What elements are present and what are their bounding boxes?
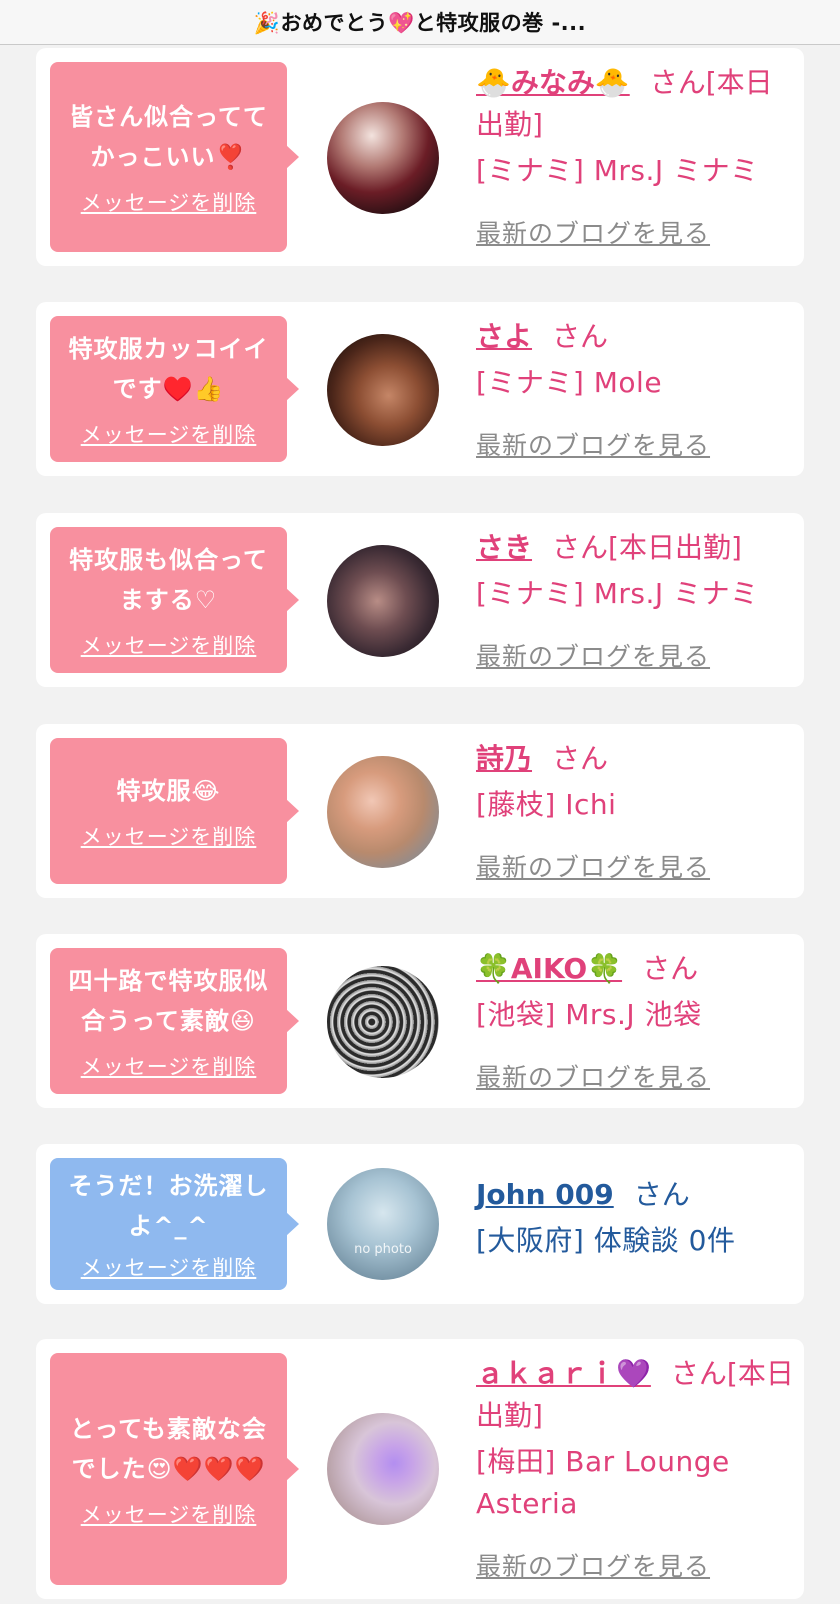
user-info: 🐣みなみ🐣 さん[本日出勤] [ミナミ] Mrs.J ミナミ 最新のブログを見る — [476, 62, 796, 250]
message-card: とっても素敵な会 でした😍❤️❤️❤️ メッセージを削除 ａｋａｒｉ💜 さん[本日… — [36, 1339, 804, 1599]
message-card: 特攻服も似合って まする♡ メッセージを削除 さき さん[本日出勤] [ミナミ] … — [36, 513, 804, 687]
user-info: John 009 さん [大阪府] 体験談 0件 — [476, 1174, 796, 1262]
delete-message-link[interactable]: メッセージを削除 — [81, 187, 257, 217]
user-line: 🍀AIKO🍀 さん — [476, 948, 796, 990]
username-link[interactable]: John 009 — [476, 1178, 614, 1211]
shop-label: [大阪府] 体験談 0件 — [476, 1224, 736, 1257]
user-info: 🍀AIKO🍀 さん [池袋] Mrs.J 池袋 最新のブログを見る — [476, 948, 796, 1094]
avatar[interactable]: no photo — [327, 1168, 439, 1280]
shop-label: [藤枝] Ichi — [476, 788, 617, 821]
username-link[interactable]: さよ — [476, 320, 532, 353]
san-label: さん — [670, 1357, 727, 1390]
username-link[interactable]: ａｋａｒｉ💜 — [476, 1357, 651, 1390]
delete-message-link[interactable]: メッセージを削除 — [81, 630, 257, 660]
username-link[interactable]: 🐣みなみ🐣 — [476, 66, 630, 99]
top-bar: 🎉おめでとう💖と特攻服の巻 -... — [0, 0, 840, 45]
message-card: 皆さん似合ってて かっこいい❣️ メッセージを削除 🐣みなみ🐣 さん[本日出勤] … — [36, 48, 804, 266]
avatar[interactable] — [327, 756, 439, 868]
latest-blog-link[interactable]: 最新のブログを見る — [476, 426, 796, 462]
latest-blog-link[interactable]: 最新のブログを見る — [476, 637, 796, 673]
delete-message-link[interactable]: メッセージを削除 — [81, 1252, 257, 1282]
shop-label: [ミナミ] Mole — [476, 366, 663, 399]
san-label: さん — [633, 1178, 690, 1211]
user-line: John 009 さん — [476, 1174, 796, 1216]
message-text: 特攻服も似合って まする♡ — [69, 546, 268, 614]
message-card: 四十路で特攻服似 合うって素敵😆 メッセージを削除 🍀AIKO🍀 さん [池袋] … — [36, 934, 804, 1108]
avatar[interactable] — [327, 966, 439, 1078]
san-label: さん — [552, 320, 609, 353]
shop-label: [ミナミ] Mrs.J ミナミ — [476, 154, 759, 187]
message-bubble: そうだ！お洗濯し よ^_^ メッセージを削除 — [50, 1158, 299, 1290]
user-info: さき さん[本日出勤] [ミナミ] Mrs.J ミナミ 最新のブログを見る — [476, 527, 796, 673]
delete-message-link[interactable]: メッセージを削除 — [81, 1051, 257, 1081]
delete-message-link[interactable]: メッセージを削除 — [81, 1499, 257, 1529]
message-text: 皆さん似合ってて かっこいい❣️ — [69, 103, 268, 171]
user-line: 詩乃 さん — [476, 738, 796, 780]
message-text: 特攻服😂 — [116, 777, 221, 805]
shop-label: [梅田] Bar Lounge Asteria — [476, 1445, 730, 1520]
message-bubble: 特攻服😂 メッセージを削除 — [50, 738, 299, 884]
san-label: さん — [642, 952, 699, 985]
latest-blog-link[interactable]: 最新のブログを見る — [476, 848, 796, 884]
shop-label: [ミナミ] Mrs.J ミナミ — [476, 577, 759, 610]
latest-blog-link[interactable]: 最新のブログを見る — [476, 1547, 796, 1583]
message-bubble: 皆さん似合ってて かっこいい❣️ メッセージを削除 — [50, 62, 299, 252]
avatar[interactable] — [327, 334, 439, 446]
user-line: ａｋａｒｉ💜 さん[本日出勤] — [476, 1353, 796, 1437]
user-info: ａｋａｒｉ💜 さん[本日出勤] [梅田] Bar Lounge Asteria 最… — [476, 1353, 796, 1583]
user-info: さよ さん [ミナミ] Mole 最新のブログを見る — [476, 316, 796, 462]
message-card: そうだ！お洗濯し よ^_^ メッセージを削除 no photo John 009… — [36, 1144, 804, 1304]
message-card: 特攻服😂 メッセージを削除 詩乃 さん [藤枝] Ichi 最新のブログを見る — [36, 724, 804, 898]
avatar[interactable] — [327, 102, 439, 214]
username-link[interactable]: 🍀AIKO🍀 — [476, 952, 622, 985]
san-label: さん — [552, 742, 609, 775]
username-link[interactable]: さき — [476, 531, 532, 564]
message-bubble: 特攻服カッコイイ です♥️👍 メッセージを削除 — [50, 316, 299, 462]
delete-message-link[interactable]: メッセージを削除 — [81, 419, 257, 449]
user-info: 詩乃 さん [藤枝] Ichi 最新のブログを見る — [476, 738, 796, 884]
message-bubble: 特攻服も似合って まする♡ メッセージを削除 — [50, 527, 299, 673]
san-label: さん — [649, 66, 706, 99]
avatar[interactable] — [327, 545, 439, 657]
page-title: 🎉おめでとう💖と特攻服の巻 -... — [253, 11, 587, 35]
avatar[interactable] — [327, 1413, 439, 1525]
no-photo-label: no photo — [354, 1242, 412, 1257]
latest-blog-link[interactable]: 最新のブログを見る — [476, 1058, 796, 1094]
message-card: 特攻服カッコイイ です♥️👍 メッセージを削除 さよ さん [ミナミ] Mole … — [36, 302, 804, 476]
san-label: さん — [552, 531, 609, 564]
message-bubble: 四十路で特攻服似 合うって素敵😆 メッセージを削除 — [50, 948, 299, 1094]
user-line: さよ さん — [476, 316, 796, 358]
message-text: 特攻服カッコイイ です♥️👍 — [68, 335, 269, 403]
shop-label: [池袋] Mrs.J 池袋 — [476, 998, 702, 1031]
message-bubble: とっても素敵な会 でした😍❤️❤️❤️ メッセージを削除 — [50, 1353, 299, 1585]
delete-message-link[interactable]: メッセージを削除 — [81, 821, 257, 851]
user-line: 🐣みなみ🐣 さん[本日出勤] — [476, 62, 796, 146]
latest-blog-link[interactable]: 最新のブログを見る — [476, 214, 796, 250]
message-text: そうだ！お洗濯し よ^_^ — [68, 1172, 269, 1240]
username-link[interactable]: 詩乃 — [476, 742, 532, 775]
user-line: さき さん[本日出勤] — [476, 527, 796, 569]
message-text: 四十路で特攻服似 合うって素敵😆 — [68, 967, 269, 1035]
attendance-label: [本日出勤] — [608, 531, 742, 564]
message-text: とっても素敵な会 でした😍❤️❤️❤️ — [70, 1415, 267, 1483]
